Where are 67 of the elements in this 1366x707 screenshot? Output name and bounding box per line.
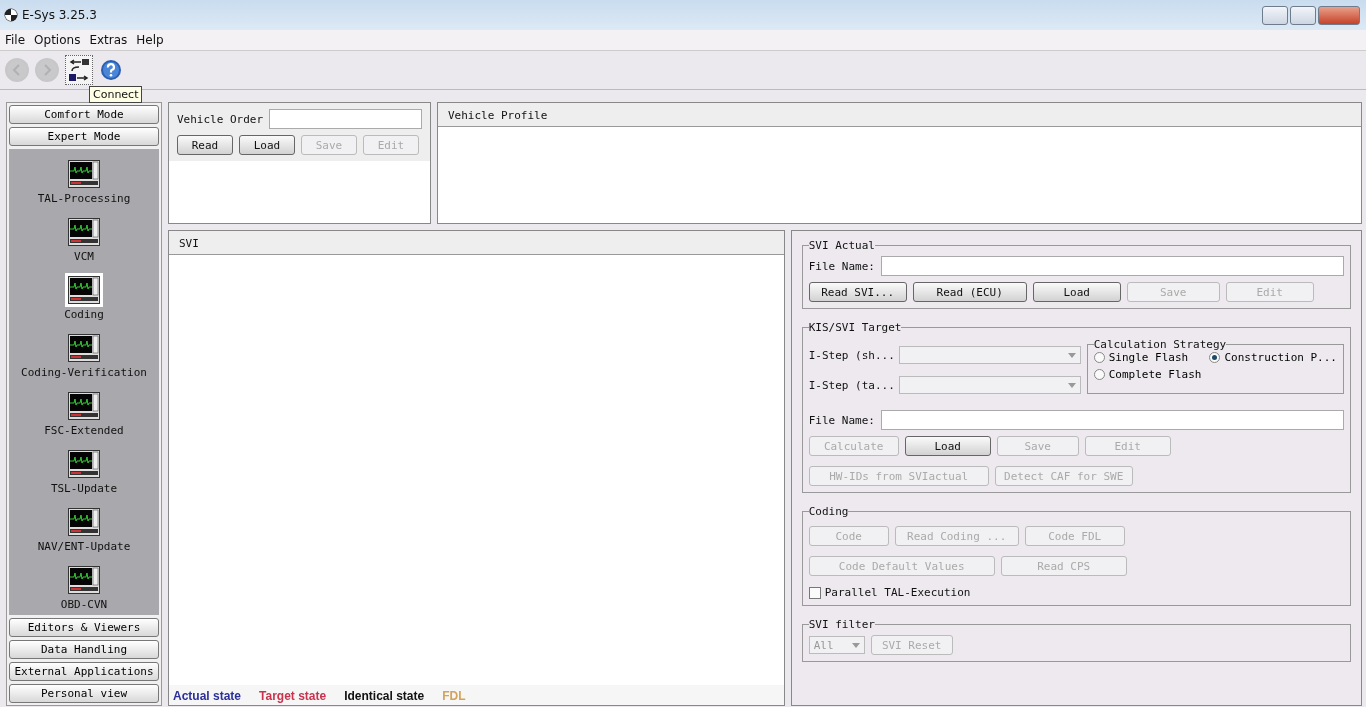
action-button[interactable]: Read (ECU) [912,282,1027,302]
radio-option[interactable]: Single Flash [1093,351,1202,364]
checkbox[interactable] [808,586,821,599]
group-title: Coding [808,505,849,518]
tool-label[interactable]: NAV/ENT-Update [37,540,131,553]
maximize-button[interactable] [1290,5,1316,25]
monitor-icon[interactable] [65,389,103,423]
monitor-icon[interactable] [65,215,103,249]
dropdown-caret-icon [1067,352,1076,358]
legend-label: FDL [442,689,466,703]
radio-option[interactable]: Construction P... [1209,351,1337,364]
mode-button[interactable]: Personal view [9,684,159,703]
close-button[interactable] [1318,5,1360,25]
vehicle-order-field[interactable] [269,109,422,129]
menu-item[interactable]: Extras [89,33,128,47]
tool-label[interactable]: FSC-Extended [44,424,124,437]
minimize-button[interactable] [1262,5,1288,25]
action-button[interactable]: Load [239,135,295,155]
help-button[interactable] [99,58,123,82]
monitor-icon[interactable] [65,563,103,597]
monitor-icon[interactable] [65,505,103,539]
tool-label[interactable]: TAL-Processing [37,192,131,205]
monitor-icon[interactable] [65,331,103,365]
group-title: KIS/SVI Target [808,321,902,334]
radio-option[interactable]: Complete Flash [1093,368,1202,381]
action-button[interactable]: Load [1032,282,1121,302]
field-label: Vehicle Order [177,112,264,126]
field-label: File Name: [808,413,875,427]
tool-label[interactable]: VCM [74,250,94,263]
menu-item[interactable]: Help [136,33,164,47]
monitor-icon[interactable] [65,157,103,191]
action-button[interactable]: Load [904,436,991,456]
group-title: SVI filter [808,618,875,631]
file-name-field[interactable] [880,410,1344,430]
monitor-icon[interactable] [65,447,103,481]
window-title: E-Sys 3.25.3 [22,8,97,22]
dropdown-caret-icon [851,642,860,648]
field-label: I-Step (sh... [808,348,893,362]
field-label: I-Step (ta... [808,378,893,392]
tool-label[interactable]: TSL-Update [50,482,118,495]
field-label: File Name: [808,259,875,273]
menu-item[interactable]: Options [34,33,81,47]
connect-button[interactable] [65,55,93,85]
mode-button[interactable]: Comfort Mode [9,105,159,124]
tool-label[interactable]: Coding-Verification [21,366,147,379]
panel-title: Vehicle Profile [438,103,1361,127]
app-logo-icon [4,8,18,22]
panel-title: SVI [169,231,784,255]
menu-item[interactable]: File [5,33,26,47]
mode-button[interactable]: Editors & Viewers [9,618,159,637]
file-name-field[interactable] [880,256,1344,276]
group-title: Calculation Strategy [1093,338,1227,351]
checkbox-label[interactable]: Parallel TAL-Execution [824,586,971,599]
tooltip: Connect [89,86,143,103]
mode-button[interactable]: Data Handling [9,640,159,659]
monitor-icon[interactable] [65,273,103,307]
legend-label: Actual state [173,689,242,703]
dropdown-caret-icon [1067,382,1076,388]
mode-button[interactable]: External Applications [9,662,159,681]
tool-label[interactable]: Coding [64,308,104,321]
action-button[interactable]: Read SVI... [808,282,907,302]
legend-label: Identical state [344,689,425,703]
legend-label: Target state [259,689,327,703]
action-button[interactable]: Read [177,135,233,155]
mode-button[interactable]: Expert Mode [9,127,159,146]
tool-label[interactable]: OBD-CVN [60,598,108,611]
group-title: SVI Actual [808,239,875,252]
